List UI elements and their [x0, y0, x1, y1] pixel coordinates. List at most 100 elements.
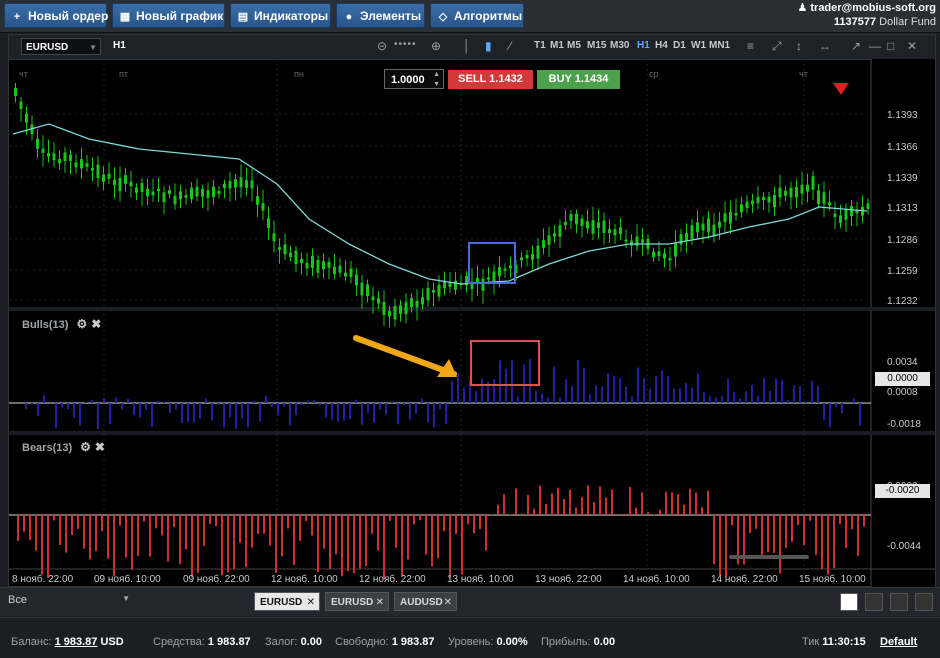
candle-body — [806, 185, 809, 192]
spinner-icon[interactable]: ▲▼ — [433, 70, 440, 90]
bears-bar — [539, 486, 541, 515]
close-icon[interactable]: ✕ — [307, 593, 315, 612]
bears-bar — [599, 486, 601, 515]
detach-window-icon[interactable]: ↗ — [851, 39, 861, 53]
candle-body — [196, 187, 199, 196]
bulls-bar — [331, 403, 333, 420]
time-label: 09 нояб. 10:00 — [94, 573, 161, 585]
bears-bar — [629, 487, 631, 515]
new-order-button[interactable]: +Новый ордер — [4, 3, 107, 28]
bulls-bar — [247, 403, 249, 428]
sell-button[interactable]: SELL 1.1432 — [448, 70, 533, 89]
layout-rows-icon[interactable] — [915, 593, 933, 611]
timeframe-mn1[interactable]: MN1 — [709, 40, 730, 51]
bulls-bar — [361, 403, 363, 425]
candle-body — [240, 177, 243, 187]
bears-bar — [209, 515, 211, 524]
layout-grid-icon[interactable] — [865, 593, 883, 611]
vertical-line-icon[interactable]: ↕ — [796, 39, 802, 53]
buy-button[interactable]: BUY 1.1434 — [537, 70, 620, 89]
bears-bar — [263, 515, 265, 534]
bears-bar — [857, 515, 859, 556]
bulls-bar — [493, 379, 495, 403]
close-icon[interactable]: ✕ — [444, 593, 452, 612]
line-chart-icon[interactable]: ∕ — [509, 39, 511, 53]
bears-bar — [155, 515, 157, 528]
bears-bar — [755, 515, 757, 529]
bears-bar — [761, 515, 763, 555]
close-icon[interactable]: ✕ — [907, 39, 917, 53]
chart-tab[interactable]: EURUSD✕ — [254, 592, 320, 611]
horizontal-line-icon[interactable]: ↔ — [819, 39, 831, 53]
candle-body — [487, 277, 490, 279]
algorithms-button[interactable]: ◇Алгоритмы — [430, 3, 524, 28]
timeframe-m5[interactable]: M5 — [567, 40, 581, 51]
bulls-bar — [97, 403, 99, 429]
candle-body — [350, 269, 353, 277]
bulls-bar — [457, 373, 459, 403]
bulls-bar — [601, 386, 603, 403]
bulls-panel-title: Bulls(13)⚙✖ — [22, 317, 101, 331]
candle-body — [564, 222, 567, 225]
candle-body — [201, 189, 204, 197]
candlestick-icon[interactable]: ▮ — [485, 39, 492, 53]
candle-body — [130, 182, 133, 187]
candle-body — [64, 152, 67, 161]
gear-icon[interactable]: ⚙ — [80, 440, 91, 454]
gear-icon[interactable]: ⚙ — [76, 317, 87, 331]
timeframe-d1[interactable]: D1 — [673, 40, 686, 51]
bears-bar — [467, 515, 469, 524]
price-tick: 1.1286 — [887, 235, 918, 246]
candle-body — [652, 252, 655, 258]
candle-body — [383, 302, 386, 315]
bulls-bar — [319, 403, 321, 405]
bulls-bar — [181, 403, 183, 423]
timeframe-m15[interactable]: M15 — [587, 40, 606, 51]
minimize-icon[interactable]: — — [869, 39, 881, 53]
layout-columns-icon[interactable] — [890, 593, 908, 611]
chart-tab[interactable]: AUDUSD✕ — [394, 592, 457, 611]
zoom-in-icon[interactable]: ⊕ — [431, 39, 441, 53]
profile-select[interactable]: Default — [880, 636, 917, 648]
layout-single-icon[interactable] — [840, 593, 858, 611]
candle-body — [685, 233, 688, 241]
bulls-bar — [25, 403, 27, 409]
account-info[interactable]: ♟ trader@mobius-soft.org 1137577 Dollar … — [797, 1, 936, 29]
timeframe-m1[interactable]: M1 — [550, 40, 564, 51]
filter-select[interactable]: Все▼ — [8, 594, 130, 606]
bulls-bar — [583, 368, 585, 403]
indicator-icon: ▤ — [237, 5, 249, 30]
bulls-bar — [463, 388, 465, 403]
new-chart-button[interactable]: ▦Новый график — [112, 3, 225, 28]
quantity-input[interactable]: 1.0000▲▼ — [384, 69, 444, 89]
trendline-icon[interactable]: ⤢ — [772, 39, 782, 54]
bar-chart-icon[interactable]: │ — [463, 39, 471, 53]
candle-body — [234, 179, 237, 187]
timeframe-m30[interactable]: M30 — [610, 40, 629, 51]
indicators-button[interactable]: ▤Индикаторы — [230, 3, 331, 28]
close-icon[interactable]: ✖ — [91, 317, 101, 331]
account-number: 1137577 — [834, 16, 876, 28]
elements-button[interactable]: ●Элементы — [336, 3, 425, 28]
zoom-slider[interactable]: ••••• — [394, 39, 417, 50]
timeframe-w1[interactable]: W1 — [691, 40, 706, 51]
bears-bar — [611, 490, 613, 515]
chart-plot-area[interactable]: чтптпнсрчт1.13931.13661.13391.13131.1286… — [9, 59, 935, 587]
candle-body — [707, 218, 710, 231]
close-icon[interactable]: ✖ — [95, 440, 105, 454]
highlight-box-blue — [469, 243, 515, 283]
maximize-icon[interactable]: □ — [887, 39, 894, 53]
zoom-out-icon[interactable]: ⊝ — [377, 39, 387, 53]
chart-tab[interactable]: EURUSD✕ — [325, 592, 389, 611]
close-icon[interactable]: ✕ — [376, 593, 384, 612]
symbol-select[interactable]: EURUSD▼ — [21, 38, 101, 55]
bears-bar — [329, 515, 331, 569]
timeframe-h1[interactable]: H1 — [637, 40, 650, 51]
bulls-bar — [685, 383, 687, 403]
timeframe-t1[interactable]: T1 — [534, 40, 546, 51]
drawing-mode-icon[interactable]: ≡ — [747, 39, 754, 53]
candle-body — [311, 256, 314, 268]
bears-bar — [809, 515, 811, 521]
timeframe-h4[interactable]: H4 — [655, 40, 668, 51]
bulls-bar — [631, 396, 633, 403]
